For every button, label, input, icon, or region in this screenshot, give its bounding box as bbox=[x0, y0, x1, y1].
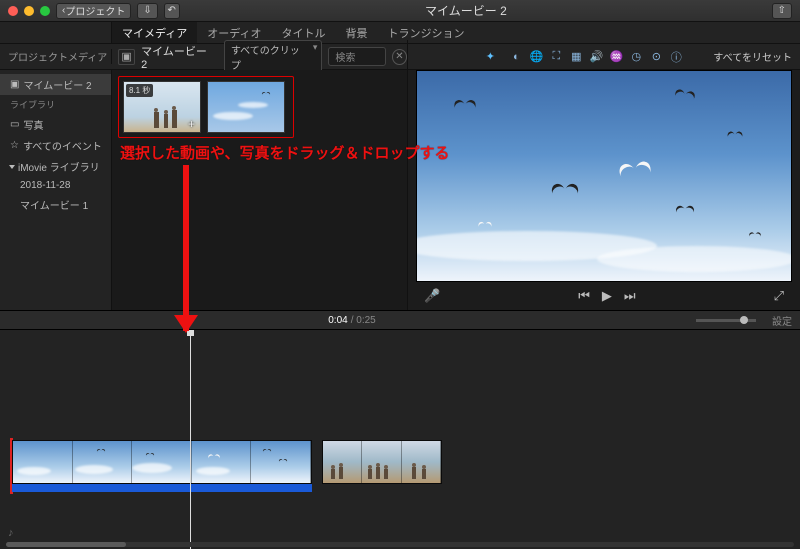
timeline-clip-1[interactable] bbox=[12, 440, 312, 484]
playhead[interactable] bbox=[190, 330, 191, 549]
share-button[interactable]: ⇧ bbox=[772, 3, 792, 19]
add-clip-icon[interactable]: + bbox=[188, 120, 198, 130]
back-label: プロジェクト bbox=[65, 3, 125, 18]
time-current: 0:04 bbox=[328, 315, 347, 326]
breadcrumb: マイムービー 2 bbox=[141, 43, 212, 71]
stabilize-icon[interactable]: ▦ bbox=[569, 50, 583, 64]
info-icon[interactable]: ⓘ bbox=[669, 50, 683, 64]
timeline-ruler: 0:04 / 0:25 設定 bbox=[0, 310, 800, 330]
filter-icon[interactable]: ⊙ bbox=[649, 50, 663, 64]
maximize-window[interactable] bbox=[40, 6, 50, 16]
main-area: ▣ マイムービー 2 ライブラリ ▭ 写真 ☆ すべてのイベント iMovie … bbox=[0, 70, 800, 310]
mic-icon[interactable]: 🎤 bbox=[424, 288, 440, 304]
sidebar-item-project[interactable]: ▣ マイムービー 2 bbox=[0, 74, 111, 95]
preview-pane: 🎤 ⏮ ▶ ⏭ ⤢ bbox=[408, 70, 800, 310]
sidebar-item-photos[interactable]: ▭ 写真 bbox=[0, 114, 111, 135]
sidebar-item-imovie-lib[interactable]: iMovie ライブラリ bbox=[0, 156, 111, 177]
clip-thumbnail-2[interactable] bbox=[207, 81, 285, 133]
zoom-slider[interactable] bbox=[696, 319, 756, 322]
sidebar-library-header: ライブラリ bbox=[0, 95, 111, 114]
timeline-settings-button[interactable]: 設定 bbox=[772, 313, 792, 328]
close-window[interactable] bbox=[8, 6, 18, 16]
clip-duration-badge: 8.1 秒 bbox=[126, 84, 153, 97]
sidebar-item-movie1[interactable]: マイムービー 1 bbox=[0, 194, 111, 215]
layout-toggle[interactable]: ▣ bbox=[118, 49, 135, 65]
color-correct-icon[interactable]: 🌐 bbox=[529, 50, 543, 64]
sidebar-item-date[interactable]: 2018-11-28 bbox=[0, 177, 111, 194]
preview-viewer[interactable] bbox=[416, 70, 792, 282]
next-button[interactable]: ⏭ bbox=[624, 288, 636, 304]
timeline-scrollbar[interactable] bbox=[6, 542, 794, 547]
disclosure-icon bbox=[9, 165, 15, 169]
video-track[interactable] bbox=[12, 440, 442, 488]
speed-icon[interactable]: ◷ bbox=[629, 50, 643, 64]
search-input[interactable]: 検索 bbox=[328, 47, 385, 66]
media-browser[interactable]: 8.1 秒 + bbox=[112, 70, 408, 310]
time-duration: / 0:25 bbox=[351, 315, 376, 326]
back-to-projects-button[interactable]: ‹ プロジェクト bbox=[56, 3, 131, 19]
undo-button[interactable]: ↶ bbox=[164, 3, 180, 19]
fullscreen-icon[interactable]: ⤢ bbox=[774, 288, 784, 304]
transport-bar: 🎤 ⏮ ▶ ⏭ ⤢ bbox=[408, 282, 800, 310]
clear-search-icon[interactable]: ✕ bbox=[392, 49, 407, 65]
sidebar-all-events-label: すべてのイベント bbox=[23, 138, 102, 153]
duration-value: 0:25 bbox=[356, 315, 375, 326]
annotation-text: 選択した動画や、写真をドラッグ＆ドロップする bbox=[120, 142, 450, 163]
window-controls bbox=[8, 6, 50, 16]
sidebar-lib-label: iMovie ライブラリ bbox=[18, 159, 100, 174]
titlebar: ‹ プロジェクト ⇩ ↶ マイムービー 2 ⇧ bbox=[0, 0, 800, 22]
timeline-clip-2[interactable] bbox=[322, 440, 442, 484]
sidebar-photos-label: 写真 bbox=[23, 117, 43, 132]
secondary-bar: プロジェクトメディア ▣ マイムービー 2 すべてのクリップ 検索 ✕ ✦ ◐ … bbox=[0, 44, 800, 70]
window-title: マイムービー 2 bbox=[180, 2, 752, 19]
import-button[interactable]: ⇩ bbox=[137, 3, 157, 19]
prev-button[interactable]: ⏮ bbox=[578, 288, 590, 304]
reset-all-button[interactable]: すべてをリセット bbox=[713, 49, 792, 64]
sidebar-header: プロジェクトメディア bbox=[0, 49, 112, 64]
audio-track[interactable] bbox=[12, 484, 312, 492]
sidebar-item-all-events[interactable]: ☆ すべてのイベント bbox=[0, 135, 111, 156]
annotation-arrow bbox=[183, 165, 189, 331]
clip-thumbnail-1[interactable]: 8.1 秒 + bbox=[123, 81, 201, 133]
color-balance-icon[interactable]: ◐ bbox=[509, 50, 523, 64]
selection-highlight: 8.1 秒 + bbox=[118, 76, 294, 138]
sidebar-project-label: マイムービー 2 bbox=[23, 77, 91, 92]
sidebar: ▣ マイムービー 2 ライブラリ ▭ 写真 ☆ すべてのイベント iMovie … bbox=[0, 70, 112, 310]
crop-icon[interactable]: ⛶ bbox=[549, 50, 563, 64]
noise-icon[interactable]: ♒ bbox=[609, 50, 623, 64]
music-track-icon: ♪ bbox=[8, 527, 14, 539]
play-button[interactable]: ▶ bbox=[602, 288, 612, 304]
minimize-window[interactable] bbox=[24, 6, 34, 16]
clip-filter-select[interactable]: すべてのクリップ bbox=[224, 40, 322, 74]
volume-icon[interactable]: 🔊 bbox=[589, 50, 603, 64]
magic-wand-icon[interactable]: ✦ bbox=[483, 50, 497, 64]
timeline[interactable]: ♪ bbox=[0, 330, 800, 549]
